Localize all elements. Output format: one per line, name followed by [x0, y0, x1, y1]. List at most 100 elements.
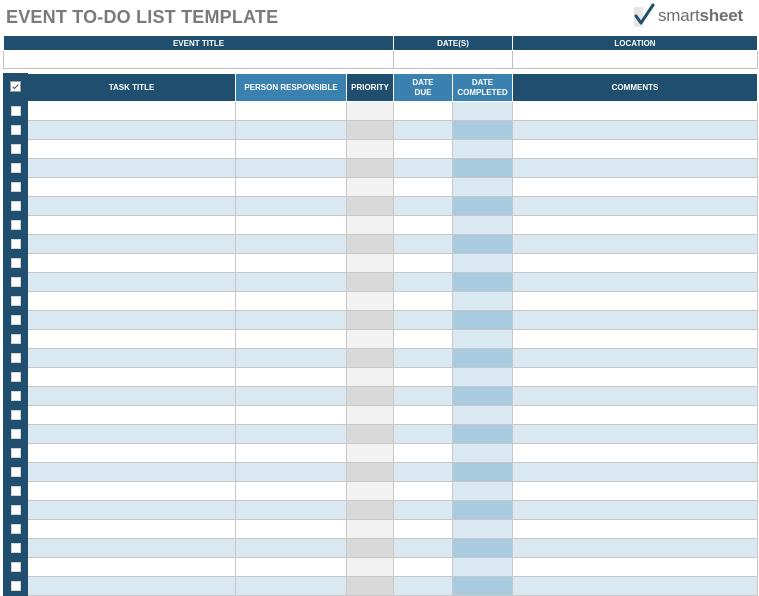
checkbox-icon[interactable]	[10, 371, 21, 382]
task-title-cell[interactable]	[27, 348, 236, 368]
person-responsible-cell[interactable]	[235, 367, 347, 387]
comments-cell[interactable]	[512, 519, 758, 539]
date-due-cell[interactable]	[393, 196, 453, 216]
priority-cell[interactable]	[346, 139, 394, 159]
date-due-cell[interactable]	[393, 272, 453, 292]
checkbox-icon[interactable]	[10, 542, 21, 553]
task-title-cell[interactable]	[27, 196, 236, 216]
priority-cell[interactable]	[346, 405, 394, 425]
priority-cell[interactable]	[346, 177, 394, 197]
person-responsible-cell[interactable]	[235, 215, 347, 235]
checkbox-icon[interactable]	[10, 314, 21, 325]
task-title-cell[interactable]	[27, 139, 236, 159]
date-due-cell[interactable]	[393, 481, 453, 501]
task-title-cell[interactable]	[27, 367, 236, 387]
task-title-cell[interactable]	[27, 120, 236, 140]
checkbox-icon[interactable]	[10, 219, 21, 230]
checkbox-icon[interactable]	[10, 333, 21, 344]
checkbox-icon[interactable]	[10, 409, 21, 420]
task-title-cell[interactable]	[27, 443, 236, 463]
task-title-cell[interactable]	[27, 500, 236, 520]
person-responsible-cell[interactable]	[235, 272, 347, 292]
event-title-field[interactable]	[3, 50, 394, 69]
person-responsible-cell[interactable]	[235, 462, 347, 482]
date-due-cell[interactable]	[393, 500, 453, 520]
priority-cell[interactable]	[346, 481, 394, 501]
priority-cell[interactable]	[346, 367, 394, 387]
priority-cell[interactable]	[346, 462, 394, 482]
date-completed-cell[interactable]	[452, 557, 513, 577]
task-title-cell[interactable]	[27, 291, 236, 311]
priority-cell[interactable]	[346, 348, 394, 368]
date-due-cell[interactable]	[393, 215, 453, 235]
priority-cell[interactable]	[346, 234, 394, 254]
date-due-cell[interactable]	[393, 329, 453, 349]
date-due-cell[interactable]	[393, 386, 453, 406]
person-responsible-cell[interactable]	[235, 158, 347, 178]
person-responsible-cell[interactable]	[235, 101, 347, 121]
person-responsible-cell[interactable]	[235, 443, 347, 463]
person-responsible-cell[interactable]	[235, 139, 347, 159]
comments-cell[interactable]	[512, 177, 758, 197]
date-completed-cell[interactable]	[452, 120, 513, 140]
task-title-cell[interactable]	[27, 557, 236, 577]
task-title-cell[interactable]	[27, 462, 236, 482]
date-completed-cell[interactable]	[452, 576, 513, 596]
checkbox-icon[interactable]	[10, 447, 21, 458]
comments-cell[interactable]	[512, 462, 758, 482]
priority-cell[interactable]	[346, 557, 394, 577]
comments-cell[interactable]	[512, 443, 758, 463]
priority-cell[interactable]	[346, 120, 394, 140]
priority-cell[interactable]	[346, 196, 394, 216]
comments-cell[interactable]	[512, 215, 758, 235]
priority-cell[interactable]	[346, 443, 394, 463]
date-completed-cell[interactable]	[452, 310, 513, 330]
date-completed-cell[interactable]	[452, 405, 513, 425]
comments-cell[interactable]	[512, 405, 758, 425]
date-completed-cell[interactable]	[452, 272, 513, 292]
priority-cell[interactable]	[346, 576, 394, 596]
task-title-cell[interactable]	[27, 215, 236, 235]
task-title-cell[interactable]	[27, 253, 236, 273]
comments-cell[interactable]	[512, 291, 758, 311]
checkbox-icon[interactable]	[10, 276, 21, 287]
date-due-cell[interactable]	[393, 424, 453, 444]
person-responsible-cell[interactable]	[235, 538, 347, 558]
date-completed-cell[interactable]	[452, 234, 513, 254]
date-due-cell[interactable]	[393, 253, 453, 273]
date-due-cell[interactable]	[393, 367, 453, 387]
comments-cell[interactable]	[512, 139, 758, 159]
comments-cell[interactable]	[512, 557, 758, 577]
checkbox-icon[interactable]	[10, 143, 21, 154]
task-title-cell[interactable]	[27, 481, 236, 501]
date-completed-cell[interactable]	[452, 348, 513, 368]
person-responsible-cell[interactable]	[235, 253, 347, 273]
person-responsible-cell[interactable]	[235, 519, 347, 539]
date-due-cell[interactable]	[393, 462, 453, 482]
date-completed-cell[interactable]	[452, 196, 513, 216]
task-title-cell[interactable]	[27, 576, 236, 596]
date-due-cell[interactable]	[393, 177, 453, 197]
checkbox-icon[interactable]	[10, 504, 21, 515]
date-due-cell[interactable]	[393, 405, 453, 425]
checkbox-icon[interactable]	[10, 523, 21, 534]
checkbox-icon[interactable]	[10, 466, 21, 477]
priority-cell[interactable]	[346, 329, 394, 349]
comments-cell[interactable]	[512, 101, 758, 121]
checkbox-icon[interactable]	[10, 257, 21, 268]
checkbox-icon[interactable]	[10, 162, 21, 173]
task-title-cell[interactable]	[27, 310, 236, 330]
priority-cell[interactable]	[346, 101, 394, 121]
comments-cell[interactable]	[512, 500, 758, 520]
date-completed-cell[interactable]	[452, 443, 513, 463]
date-due-cell[interactable]	[393, 310, 453, 330]
person-responsible-cell[interactable]	[235, 481, 347, 501]
person-responsible-cell[interactable]	[235, 291, 347, 311]
checkbox-icon[interactable]	[10, 124, 21, 135]
dates-field[interactable]	[393, 50, 513, 69]
date-completed-cell[interactable]	[452, 329, 513, 349]
checkbox-icon[interactable]	[10, 295, 21, 306]
date-completed-cell[interactable]	[452, 500, 513, 520]
priority-cell[interactable]	[346, 272, 394, 292]
priority-cell[interactable]	[346, 424, 394, 444]
